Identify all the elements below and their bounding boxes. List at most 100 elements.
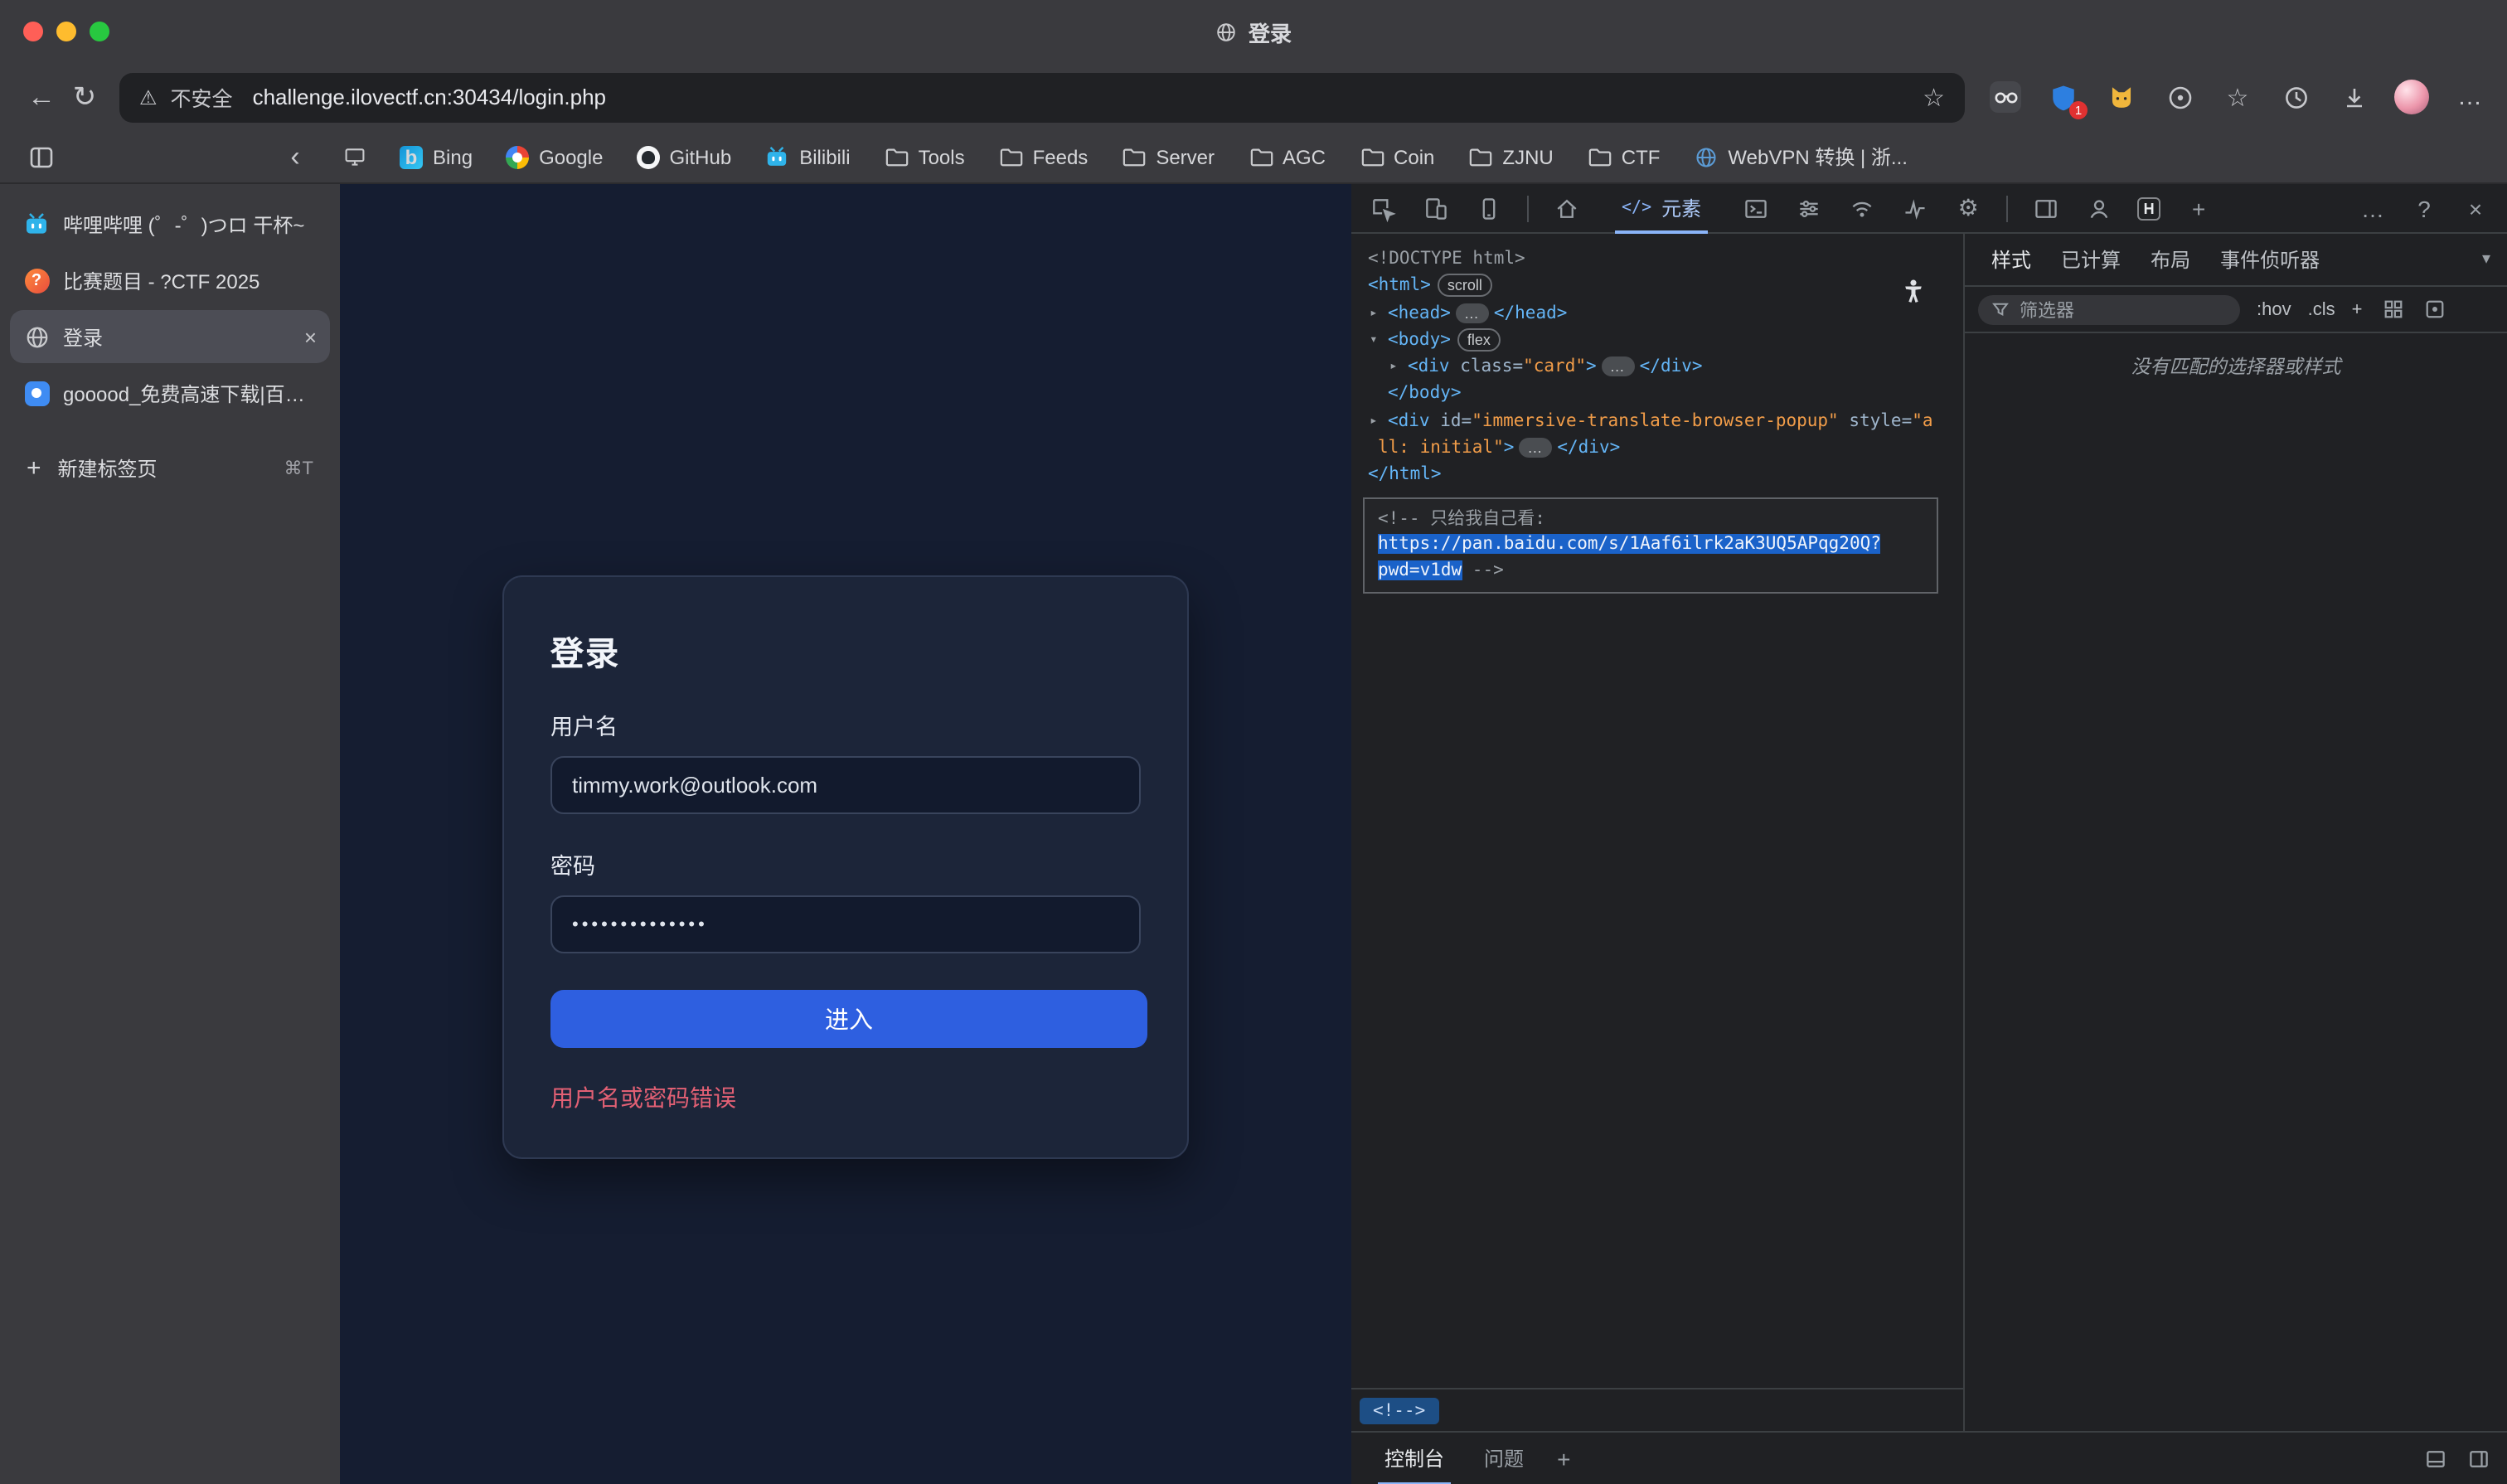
goggles-icon [1990, 81, 2021, 113]
bookmark-device[interactable] [342, 144, 366, 169]
dom-line[interactable]: </body> [1351, 381, 1963, 408]
bookmarks-list: b Bing Google GitHub Bilibili [342, 143, 1908, 171]
cat-extension-button[interactable] [2104, 80, 2139, 114]
sidebar-tab-download[interactable]: gooood_免费高速下载|百度... [10, 366, 330, 419]
bookmark-folder-zjnu[interactable]: ZJNU [1467, 144, 1553, 169]
login-submit-button[interactable]: 进入 [550, 990, 1147, 1048]
drawer-tab-console[interactable]: 控制台 [1368, 1432, 1461, 1484]
dom-tree: <!DOCTYPE html><html>scroll▸<head>…</hea… [1351, 234, 1963, 1388]
tab-elements[interactable]: </> 元素 [1605, 183, 1718, 233]
dom-line[interactable]: <html>scroll [1351, 273, 1963, 300]
device-toolbar-button[interactable] [1421, 193, 1451, 223]
extension-button[interactable] [2162, 80, 2197, 114]
bookmark-folder-coin[interactable]: Coin [1359, 144, 1434, 169]
dom-line[interactable]: ▾<body>flex [1351, 327, 1963, 354]
dom-line[interactable]: ▸<head>…</head> [1351, 299, 1963, 327]
mobile-panel-button[interactable] [1474, 193, 1504, 223]
bookmark-folder-server[interactable]: Server [1121, 144, 1215, 169]
devtools-help-button[interactable]: ? [2409, 193, 2439, 223]
expand-drawer-button[interactable] [2467, 1447, 2490, 1470]
history-button[interactable] [2278, 80, 2313, 114]
tab-layout[interactable]: 布局 [2151, 245, 2190, 274]
framed-dot-icon [2423, 298, 2445, 320]
dom-line[interactable]: <!DOCTYPE html> [1351, 245, 1963, 273]
profile-avatar[interactable] [2394, 80, 2429, 114]
devtools-home-button[interactable] [1552, 193, 1582, 223]
chevron-down-icon[interactable]: ▾ [2482, 250, 2490, 269]
tab-settings-icon-button[interactable]: ⚙ [1953, 193, 1983, 223]
username-input[interactable] [550, 756, 1141, 814]
devtools-main: <!DOCTYPE html><html>scroll▸<head>…</hea… [1351, 234, 2507, 1431]
collapse-sidebar-button[interactable]: ‹ [279, 140, 312, 173]
bookmark-folder-ctf[interactable]: CTF [1587, 144, 1661, 169]
styles-filter-input[interactable]: 筛选器 [1978, 294, 2240, 324]
dom-line[interactable]: ll: initial">…</div> [1351, 434, 1963, 462]
bookmark-folder-agc[interactable]: AGC [1248, 144, 1326, 169]
toggle-hover-state-button[interactable]: :hov [2257, 299, 2291, 319]
sidebar-tab-ctf[interactable]: ? 比赛题目 - ?CTF 2025 [10, 254, 330, 307]
dom-line[interactable]: </html> [1351, 462, 1963, 489]
password-input[interactable] [550, 895, 1141, 953]
comment-pwd-selected: pwd=v1dw [1378, 560, 1462, 580]
bookmark-folder-tools[interactable]: Tools [884, 144, 965, 169]
comment-node-box[interactable]: <!-- 只给我自己看: https://pan.baidu.com/s/1Aa… [1363, 497, 1938, 594]
tab-console-icon-button[interactable] [1741, 193, 1771, 223]
computed-grid-button[interactable] [2382, 298, 2403, 320]
tab-computed[interactable]: 已计算 [2061, 245, 2121, 274]
element-state-button[interactable] [2423, 298, 2445, 320]
back-button[interactable]: ← [20, 75, 63, 119]
hackbar-icon[interactable]: H [2137, 196, 2160, 220]
drawer-tab-issues[interactable]: 问题 [1467, 1432, 1540, 1484]
new-tab-button[interactable]: + 新建标签页 ⌘T [10, 443, 330, 492]
tab-tune-icon-button[interactable] [1794, 193, 1824, 223]
profile-tool-button[interactable] [2084, 193, 2114, 223]
devtools-close-button[interactable]: × [2461, 193, 2490, 223]
new-style-rule-button[interactable]: + [2352, 299, 2363, 319]
toggle-class-button[interactable]: .cls [2308, 299, 2335, 319]
inspect-element-button[interactable] [1368, 193, 1398, 223]
dom-line[interactable]: ▸<div class="card">…</div> [1351, 353, 1963, 381]
tab-event-listeners[interactable]: 事件侦听器 [2220, 245, 2320, 274]
expand-arrow-icon[interactable]: ▸ [1389, 353, 1398, 381]
browser-menu-button[interactable]: … [2452, 80, 2487, 114]
bookmark-star-icon[interactable]: ☆ [1923, 82, 1945, 112]
security-label: 不安全 [171, 81, 233, 113]
bookmark-bing[interactable]: b Bing [400, 145, 473, 168]
bookmark-webvpn[interactable]: WebVPN 转换 | 浙... [1693, 143, 1908, 171]
shield-extension-button[interactable]: 1 [2046, 80, 2081, 114]
ellipsis-icon: … [2361, 195, 2384, 221]
address-bar[interactable]: ⚠ 不安全 challenge.ilovectf.cn:30434/login.… [119, 72, 1965, 122]
close-tab-icon[interactable]: × [304, 324, 317, 349]
expand-arrow-icon[interactable]: ▾ [1370, 327, 1378, 354]
add-tool-button[interactable]: + [2184, 193, 2214, 223]
bookmark-github[interactable]: GitHub [636, 145, 731, 168]
devtools-more-button[interactable]: … [2358, 193, 2388, 223]
expand-arrow-icon[interactable]: ▸ [1370, 408, 1378, 435]
globe-icon [1215, 21, 1237, 42]
goggles-extension-button[interactable] [1988, 80, 2023, 114]
tab-network-icon-button[interactable] [1847, 193, 1877, 223]
breadcrumb-comment-node[interactable]: <!--> [1360, 1397, 1438, 1423]
tab-profiler-icon-button[interactable] [1900, 193, 1930, 223]
main-area: 哔哩哔哩 (゜-゜)つロ 干杯~ ? 比赛题目 - ?CTF 2025 登录 ×… [0, 184, 2507, 1484]
close-window-button[interactable] [23, 22, 43, 41]
expand-arrow-icon[interactable]: ▸ [1370, 299, 1378, 327]
minimize-window-button[interactable] [56, 22, 76, 41]
tab-styles[interactable]: 样式 [1991, 245, 2031, 274]
wifi-icon [1849, 195, 1875, 221]
sidebar-tab-login-active[interactable]: 登录 × [10, 310, 330, 363]
bookmark-bilibili[interactable]: Bilibili [764, 144, 850, 169]
reload-button[interactable]: ↻ [63, 75, 106, 119]
dom-line[interactable]: ▸<div id="immersive-translate-browser-po… [1351, 408, 1963, 435]
layout-panel-button[interactable] [2031, 193, 2061, 223]
tab-panel-button[interactable] [23, 138, 60, 175]
favorites-button[interactable]: ☆ [2220, 80, 2255, 114]
bookmark-google[interactable]: Google [506, 145, 603, 168]
sidebar-tab-bilibili[interactable]: 哔哩哔哩 (゜-゜)つロ 干杯~ [10, 197, 330, 250]
bookmark-folder-feeds[interactable]: Feeds [998, 144, 1089, 169]
plus-icon: + [2192, 195, 2205, 221]
add-drawer-tab-button[interactable]: + [1547, 1445, 1580, 1472]
downloads-button[interactable] [2336, 80, 2371, 114]
dock-side-button[interactable] [2424, 1447, 2447, 1470]
zoom-window-button[interactable] [90, 22, 109, 41]
